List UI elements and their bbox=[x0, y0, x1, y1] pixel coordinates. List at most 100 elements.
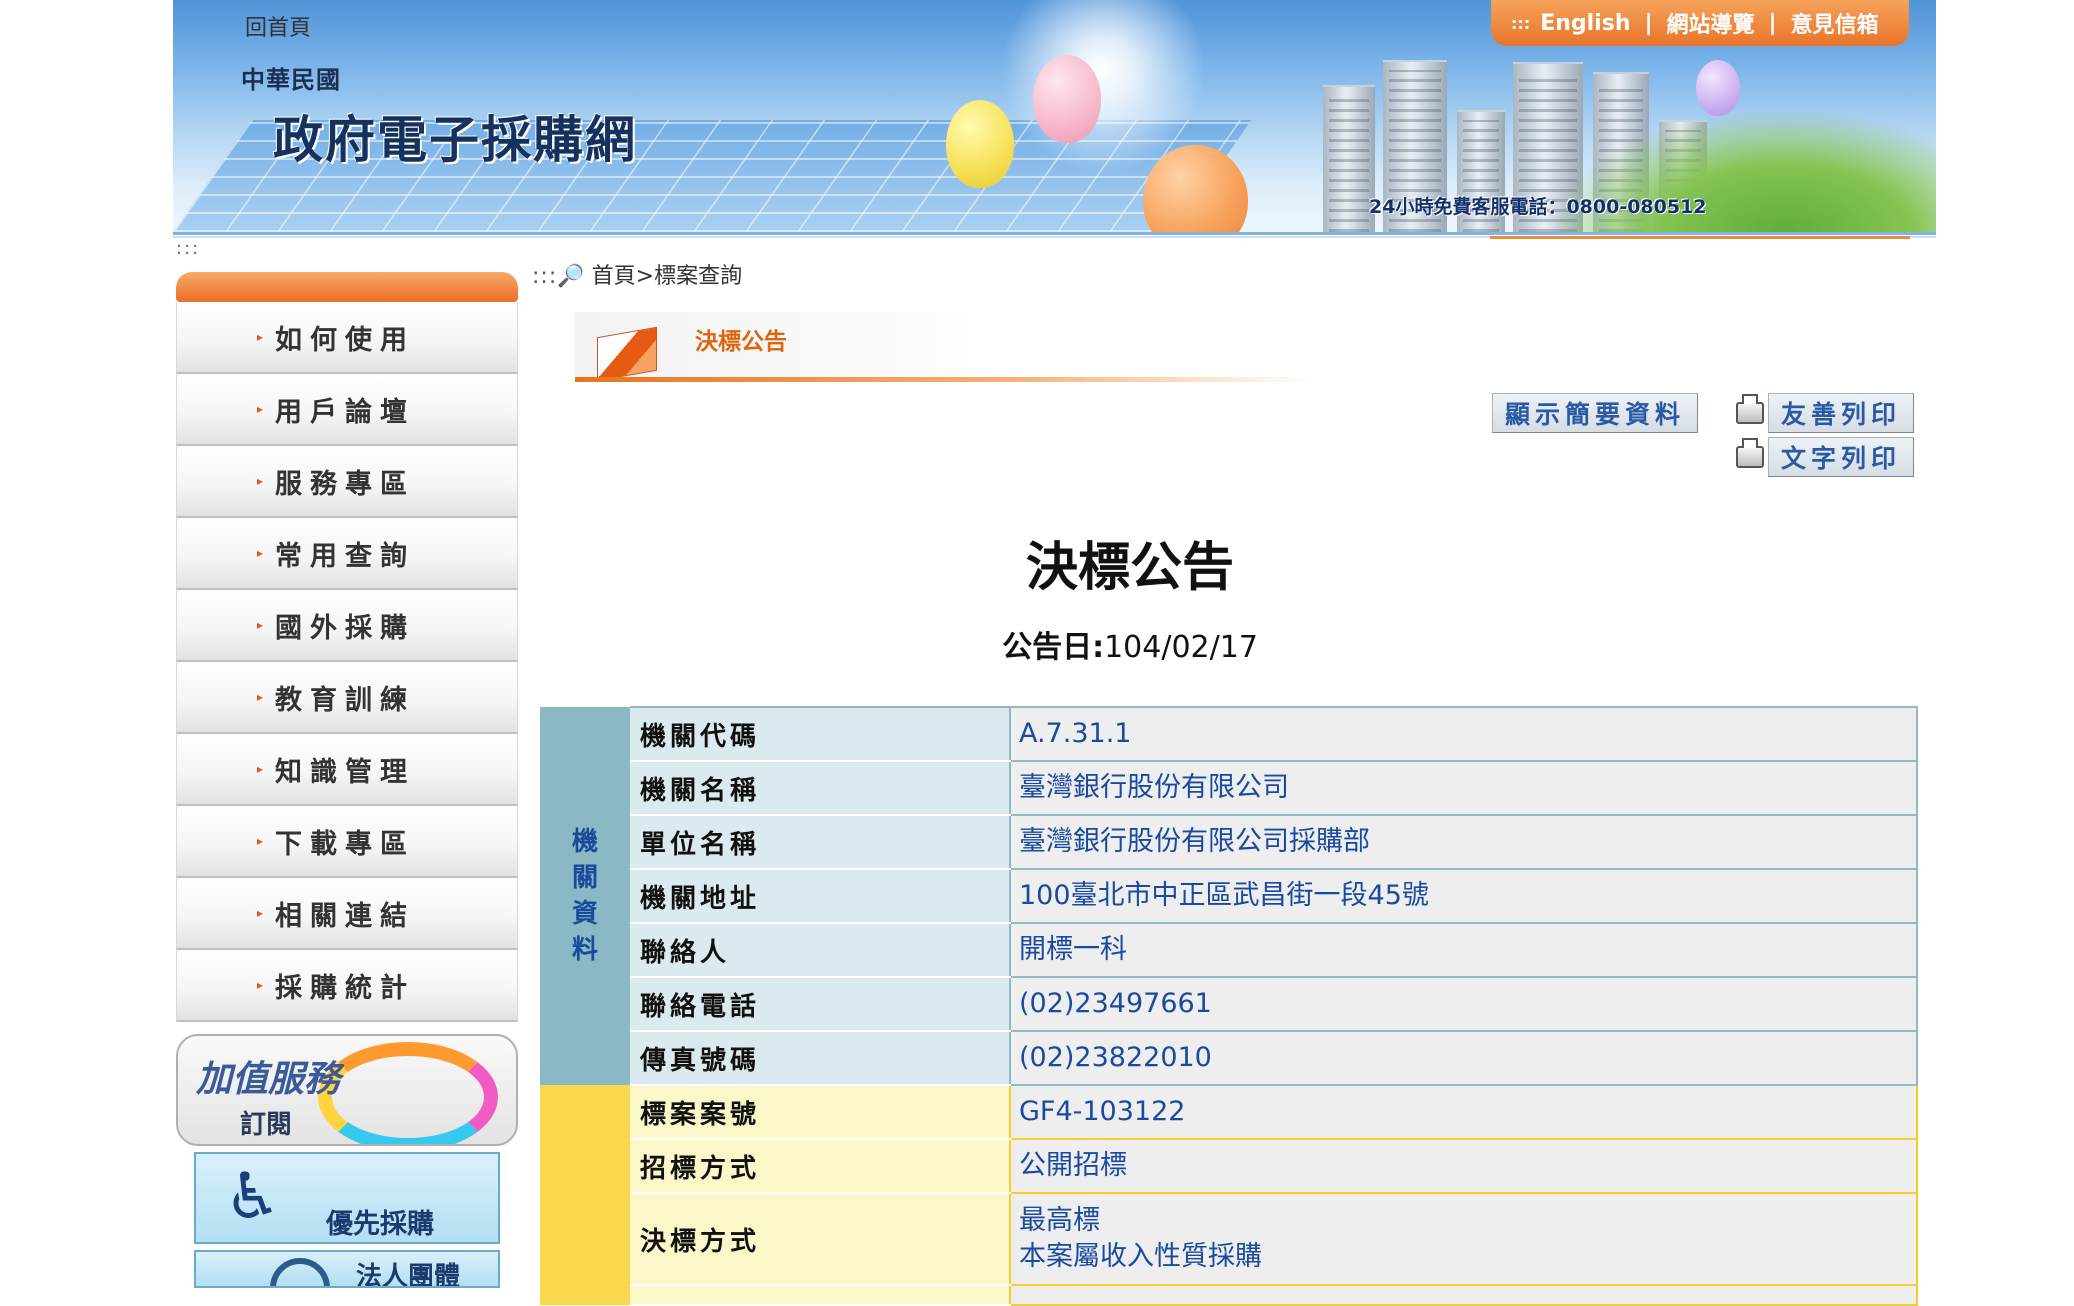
group-label-char: 關 bbox=[571, 863, 598, 893]
field-value: 100臺北市中正區武昌街一段45號 bbox=[1009, 869, 1918, 924]
sidebar-item-services[interactable]: ▸ 服務專區 bbox=[176, 446, 518, 518]
separator: | bbox=[1768, 10, 1777, 36]
field-value: 公開招標 bbox=[1009, 1139, 1918, 1194]
field-label: 聯絡人 bbox=[630, 923, 1010, 978]
magnifier-icon: 🔎 bbox=[557, 264, 585, 289]
breadcrumb: :::🔎 首頁>標案查詢 bbox=[532, 258, 742, 290]
yellow-balloon-icon bbox=[946, 100, 1014, 188]
hotline-text: 24小時免費客服電話：0800-080512 bbox=[1369, 196, 1707, 218]
field-value bbox=[1009, 1285, 1918, 1306]
sidebar-item-label: 相關連結 bbox=[275, 900, 416, 932]
printer-icon[interactable] bbox=[1736, 438, 1764, 468]
announcement-date: 公告日:104/02/17 bbox=[0, 622, 2074, 666]
sidebar-item-label: 採購統計 bbox=[275, 972, 416, 1004]
english-link[interactable]: English bbox=[1540, 11, 1630, 36]
banner-label: 優先採購 bbox=[326, 1209, 434, 1240]
arrow-icon: ▸ bbox=[257, 978, 264, 992]
sidebar-item-label: 下載專區 bbox=[275, 828, 416, 860]
arrow-icon: ▸ bbox=[257, 690, 264, 704]
value-added-service-banner[interactable]: 加值服務 訂閱 bbox=[176, 1034, 518, 1146]
breadcrumb-separator: > bbox=[635, 264, 655, 289]
arrow-icon: ▸ bbox=[257, 402, 264, 416]
site-title-small: 中華民國 bbox=[241, 65, 341, 94]
table-row: 標案案號 GF4-103122 bbox=[540, 1085, 1918, 1305]
field-value: (02)23822010 bbox=[1009, 1031, 1918, 1086]
sidebar-item-statistics[interactable]: ▸ 採購統計 bbox=[176, 950, 518, 1022]
field-value: 最高標 本案屬收入性質採購 bbox=[1009, 1193, 1918, 1286]
sitemap-link[interactable]: 網站導覽 bbox=[1667, 7, 1755, 39]
field-label: 標案案號 bbox=[630, 1085, 1010, 1140]
table-row: 機關地址 100臺北市中正區武昌街一段45號 bbox=[540, 869, 1918, 924]
sidebar-item-knowledge[interactable]: ▸ 知識管理 bbox=[176, 734, 518, 806]
arrow-icon: ▸ bbox=[257, 330, 264, 344]
arrow-icon: ▸ bbox=[257, 474, 264, 488]
group-label-char: 料 bbox=[571, 935, 598, 965]
tender-group-label bbox=[540, 1085, 630, 1305]
sidebar-item-downloads[interactable]: ▸ 下載專區 bbox=[176, 806, 518, 878]
field-label: 機關代碼 bbox=[630, 706, 1010, 762]
sidebar-item-label: 教育訓練 bbox=[275, 684, 416, 716]
arrow-icon: ▸ bbox=[257, 906, 264, 920]
legal-entity-banner[interactable]: 法人團體 bbox=[194, 1250, 500, 1288]
top-links-bar: ::: English | 網站導覽 | 意見信箱 bbox=[1491, 0, 1909, 46]
anchor-dots: ::: bbox=[532, 264, 558, 289]
show-summary-button[interactable]: 顯示簡要資料 bbox=[1492, 393, 1698, 433]
table-row bbox=[540, 1285, 1918, 1306]
sidebar-item-training[interactable]: ▸ 教育訓練 bbox=[176, 662, 518, 734]
value-line: 最高標 bbox=[1019, 1205, 1100, 1236]
field-label: 聯絡電話 bbox=[630, 977, 1010, 1032]
site-logo-title[interactable]: 政府電子採購網 bbox=[273, 100, 637, 172]
sidebar-item-forum[interactable]: ▸ 用戶論壇 bbox=[176, 374, 518, 446]
text-print-button[interactable]: 文字列印 bbox=[1768, 437, 1914, 477]
pink-balloon-icon bbox=[1033, 55, 1101, 143]
table-row: 機關名稱 臺灣銀行股份有限公司 bbox=[540, 761, 1918, 816]
table-row: 聯絡人 開標一科 bbox=[540, 923, 1918, 978]
printer-icon[interactable] bbox=[1736, 394, 1764, 424]
field-label bbox=[630, 1285, 1010, 1306]
field-label: 決標方式 bbox=[630, 1193, 1010, 1286]
agency-group-label: 機 關 資 料 bbox=[540, 707, 630, 1085]
table-row: 招標方式 公開招標 bbox=[540, 1139, 1918, 1194]
field-label: 單位名稱 bbox=[630, 815, 1010, 870]
table-row: 傳真號碼 (02)23822010 bbox=[540, 1031, 1918, 1086]
home-link[interactable]: 回首頁 bbox=[245, 10, 311, 42]
date-label: 公告日: bbox=[1002, 630, 1105, 665]
section-tab-label: 決標公告 bbox=[695, 329, 787, 355]
tender-info-table: 機 關 資 料 機關代碼 A.7.31.1 機關名稱 臺灣銀行股份有限公司 單位… bbox=[540, 706, 1918, 1306]
violet-balloon-icon bbox=[1696, 60, 1740, 116]
banner-label: 法人團體 bbox=[356, 1262, 461, 1288]
field-label: 機關地址 bbox=[630, 869, 1010, 924]
priority-procurement-banner[interactable]: ♿ 優先採購 bbox=[194, 1152, 500, 1244]
table-row: 決標方式 最高標 本案屬收入性質採購 bbox=[540, 1193, 1918, 1286]
breadcrumb-home-link[interactable]: 首頁 bbox=[592, 264, 636, 289]
field-value: GF4-103122 bbox=[1009, 1085, 1918, 1140]
circle-icon bbox=[270, 1258, 330, 1286]
field-value: 臺灣銀行股份有限公司 bbox=[1009, 761, 1918, 816]
section-tab: 決標公告 bbox=[575, 312, 1315, 382]
arrow-icon: ▸ bbox=[257, 834, 264, 848]
sidebar-anchor-dots: ::: bbox=[176, 238, 201, 259]
header-accent-line bbox=[1490, 236, 1910, 239]
sidebar-cap bbox=[176, 272, 518, 302]
breadcrumb-current-link[interactable]: 標案查詢 bbox=[654, 264, 742, 289]
separator: | bbox=[1644, 10, 1653, 36]
field-label: 機關名稱 bbox=[630, 761, 1010, 816]
field-label: 傳真號碼 bbox=[630, 1031, 1010, 1086]
banner-title: 加值服務 bbox=[196, 1059, 341, 1100]
banner-subtitle: 訂閱 bbox=[240, 1110, 293, 1140]
field-value: (02)23497661 bbox=[1009, 977, 1918, 1032]
group-label-char: 機 bbox=[571, 827, 598, 857]
page-title: 決標公告 bbox=[1025, 538, 1234, 598]
sidebar-item-label: 知識管理 bbox=[275, 756, 416, 788]
field-value: 臺灣銀行股份有限公司採購部 bbox=[1009, 815, 1918, 870]
sidebar-item-related-links[interactable]: ▸ 相關連結 bbox=[176, 878, 518, 950]
section-tab-underline bbox=[575, 377, 1315, 382]
date-value: 104/02/17 bbox=[1104, 630, 1258, 665]
field-label: 招標方式 bbox=[630, 1139, 1010, 1194]
friendly-print-button[interactable]: 友善列印 bbox=[1768, 393, 1914, 433]
sidebar-item-how-to-use[interactable]: ▸ 如何使用 bbox=[176, 302, 518, 374]
feedback-link[interactable]: 意見信箱 bbox=[1791, 7, 1879, 39]
building-decoration bbox=[1323, 85, 1375, 232]
table-row: 單位名稱 臺灣銀行股份有限公司採購部 bbox=[540, 815, 1918, 870]
sidebar-item-label: 用戶論壇 bbox=[275, 396, 416, 428]
